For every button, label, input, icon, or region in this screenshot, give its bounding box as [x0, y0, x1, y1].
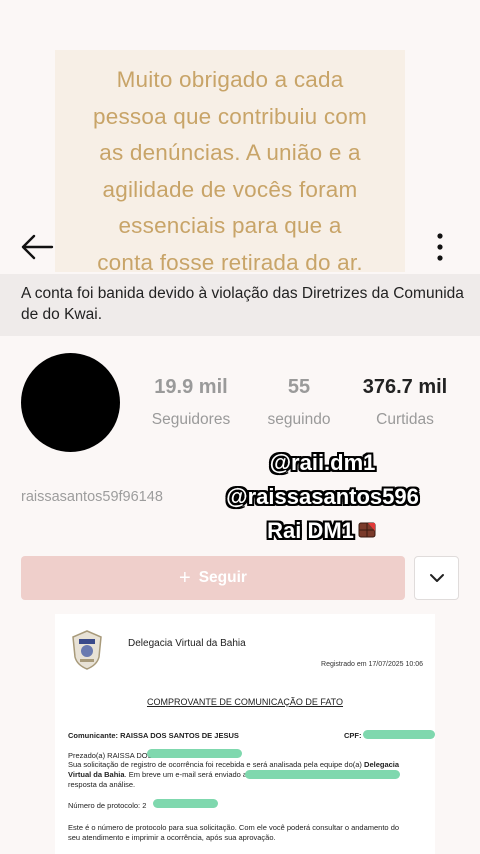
story-line: Muito obrigado a cada — [116, 67, 344, 92]
document-text: . Em breve um e-mail será enviado a — [124, 770, 248, 779]
document-cpf: CPF: — [344, 731, 362, 740]
likes-count: 376.7 mil — [362, 376, 448, 398]
story-line: essenciais para que a — [118, 213, 342, 238]
arrow-left-icon — [21, 234, 54, 260]
following-label[interactable]: seguindo — [258, 411, 340, 429]
document-note: seu atendimento e imprimir a ocorrência,… — [68, 833, 276, 842]
document-org: Delegacia Virtual da Bahia — [128, 638, 246, 649]
story-message: Muito obrigado a cada pessoa que contrib… — [62, 62, 398, 281]
handle-text: @raissasantos596 — [226, 484, 419, 509]
handle-text: @raii.dm1 — [269, 450, 376, 475]
redaction-mark — [363, 730, 435, 739]
handle-line: Rai DM1 — [190, 514, 455, 548]
document-text: Virtual da Bahia — [68, 770, 125, 779]
redaction-mark — [245, 770, 400, 779]
followers-count[interactable]: 19.9 mil — [140, 376, 242, 399]
story-line: as denúncias. A união e a — [99, 140, 361, 165]
chevron-down-icon — [429, 574, 444, 582]
more-vertical-icon — [437, 233, 443, 261]
document-title: COMPROVANTE DE COMUNICAÇÃO DE FATO — [146, 697, 344, 707]
document-comunicante: Comunicante: RAISSA DOS SANTOS DE JESUS — [68, 731, 239, 740]
story-line: agilidade de vocês foram — [102, 176, 358, 202]
ban-notice: A conta foi banida devido à violação das… — [21, 285, 464, 323]
redaction-mark — [153, 799, 218, 808]
handle-text: Rai DM1 — [267, 518, 354, 543]
redaction-mark — [147, 749, 242, 758]
following-count[interactable]: 55 — [258, 376, 340, 399]
followers-label[interactable]: Seguidores — [140, 411, 242, 429]
avatar[interactable] — [21, 353, 120, 452]
story-line: pessoa que contribuiu com — [93, 103, 367, 129]
police-report-document: Delegacia Virtual da Bahia Registrado em… — [55, 614, 435, 854]
likes-label: Curtidas — [376, 411, 434, 428]
document-registered-date: Registrado em 17/07/2025 10:06 — [321, 661, 423, 668]
back-button[interactable] — [20, 232, 54, 262]
suggestions-dropdown-button[interactable] — [414, 556, 459, 600]
follow-label: Seguir — [198, 569, 247, 586]
document-text: Delegacia — [364, 760, 400, 769]
document-body-line: resposta da análise. — [68, 780, 136, 789]
document-note: Este é o número de protocolo para sua so… — [68, 823, 400, 832]
document-text: Sua solicitação de registro de ocorrênci… — [68, 760, 362, 769]
follow-button[interactable]: + Seguir — [21, 556, 405, 600]
more-options-button[interactable] — [432, 232, 448, 262]
plus-icon: + — [179, 566, 191, 589]
overlay-handles: @raii.dm1 @raissasantos596 Rai DM1 — [190, 446, 455, 548]
chocolate-icon — [358, 522, 376, 538]
police-badge-icon — [72, 630, 102, 670]
document-body-line: Sua solicitação de registro de ocorrênci… — [68, 760, 428, 770]
document-protocol: Número de protocolo: 2 — [68, 801, 147, 810]
username: raissasantos59f96148 — [21, 489, 163, 505]
